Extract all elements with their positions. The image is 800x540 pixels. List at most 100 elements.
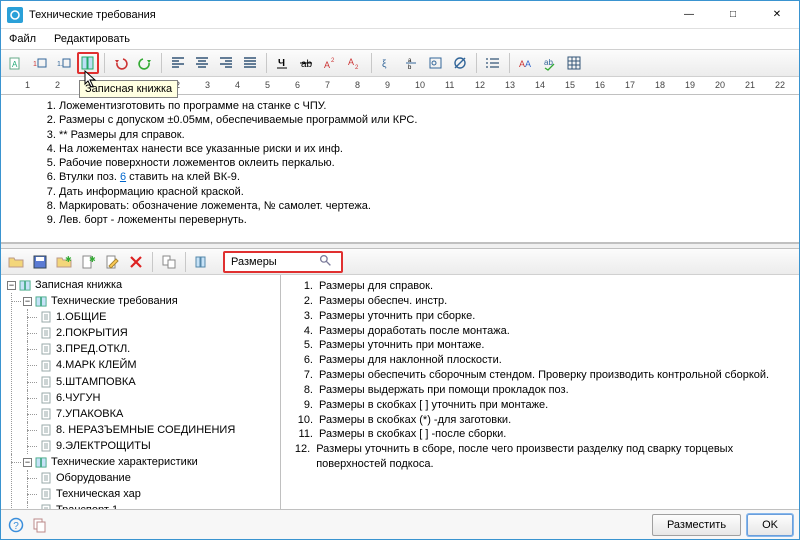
autonumber2-button[interactable]: 1. xyxy=(53,52,75,74)
tree-item[interactable]: 2.ПОКРЫТИЯ xyxy=(39,325,276,341)
subscript-button[interactable]: A2 xyxy=(344,52,366,74)
ruler-tick: 14 xyxy=(535,80,545,90)
requirement-item: Ложементизготовить по программе на станк… xyxy=(59,99,791,113)
result-row[interactable]: 5.Размеры уточнить при монтаже. xyxy=(289,338,791,353)
font-button[interactable]: AA xyxy=(515,52,537,74)
edit-item-button[interactable] xyxy=(101,251,123,273)
results-pane[interactable]: 1.Размеры для справок.2.Размеры обеспеч.… xyxy=(281,275,799,509)
result-row[interactable]: 3.Размеры уточнить при сборке. xyxy=(289,309,791,324)
window-title: Технические требования xyxy=(29,9,667,21)
tree-item[interactable]: Техническая хар xyxy=(39,486,276,502)
ruler-tick: 15 xyxy=(565,80,575,90)
tolerance-button[interactable] xyxy=(425,52,447,74)
undo-button[interactable] xyxy=(110,52,132,74)
svg-text:A: A xyxy=(525,59,531,69)
search-input[interactable] xyxy=(229,255,319,269)
result-row[interactable]: 1.Размеры для справок. xyxy=(289,279,791,294)
align-center-button[interactable] xyxy=(191,52,213,74)
menu-file[interactable]: Файл xyxy=(5,31,40,47)
tree-item[interactable]: 9.ЭЛЕКТРОЩИТЫ xyxy=(39,438,276,454)
delete-button[interactable] xyxy=(125,251,147,273)
close-button[interactable]: ✕ xyxy=(755,1,799,28)
ruler-tick: 8 xyxy=(355,80,360,90)
symbol-button[interactable]: ξ xyxy=(377,52,399,74)
result-row[interactable]: 8.Размеры выдержать при помощи прокладок… xyxy=(289,383,791,398)
new-folder-button[interactable]: ✱ xyxy=(53,251,75,273)
result-row[interactable]: 10.Размеры в скобках (*) -для заготовки. xyxy=(289,413,791,428)
tree-item[interactable]: Транспорт 1 xyxy=(39,502,276,509)
place-button[interactable]: Разместить xyxy=(652,514,741,536)
ok-button[interactable]: OK xyxy=(747,514,793,536)
tree-folder[interactable]: −Технические характеристикиОборудованиеТ… xyxy=(23,454,276,509)
book-icon xyxy=(34,456,48,468)
tree-root[interactable]: −Записная книжка−Технические требования1… xyxy=(7,277,276,509)
tree-item[interactable]: 8. НЕРАЗЪЕМНЫЕ СОЕДИНЕНИЯ xyxy=(39,422,276,438)
svg-text:ξ: ξ xyxy=(382,59,387,70)
minimize-button[interactable]: ― xyxy=(667,1,711,28)
list-button[interactable] xyxy=(482,52,504,74)
autonumber-button[interactable]: 1 xyxy=(29,52,51,74)
ruler-tick: 4 xyxy=(235,80,240,90)
requirement-item: Размеры с допуском ±0.05мм, обеспечиваем… xyxy=(59,113,791,127)
help-icon[interactable]: ? xyxy=(7,516,25,534)
spellcheck-button[interactable]: ab xyxy=(539,52,561,74)
result-row[interactable]: 6.Размеры для наклонной плоскости. xyxy=(289,353,791,368)
maximize-button[interactable]: □ xyxy=(711,1,755,28)
result-row[interactable]: 4.Размеры доработать после монтажа. xyxy=(289,324,791,339)
result-row[interactable]: 7.Размеры обеспечить сборочным стендом. … xyxy=(289,368,791,383)
insert-button[interactable]: A xyxy=(5,52,27,74)
position-link[interactable]: 6 xyxy=(120,171,126,183)
requirement-item: ** Размеры для справок. xyxy=(59,128,791,142)
svg-text:1: 1 xyxy=(33,61,37,68)
menu-edit[interactable]: Редактировать xyxy=(50,31,134,47)
svg-text:✱: ✱ xyxy=(65,255,72,264)
ruler-tick: 10 xyxy=(415,80,425,90)
align-right-button[interactable] xyxy=(215,52,237,74)
requirement-item: Втулки поз. 6 ставить на клей ВК-9. xyxy=(59,170,791,184)
book-icon xyxy=(34,295,48,307)
result-row[interactable]: 11.Размеры в скобках [ ] -после сборки. xyxy=(289,427,791,442)
redo-button[interactable] xyxy=(134,52,156,74)
svg-text:ab: ab xyxy=(301,59,313,70)
tree-item[interactable]: Оборудование xyxy=(39,470,276,486)
svg-text:2: 2 xyxy=(331,58,335,64)
align-left-button[interactable] xyxy=(167,52,189,74)
page-icon xyxy=(39,327,53,339)
open-button[interactable] xyxy=(5,251,27,273)
tree-item[interactable]: 5.ШТАМПОВКА xyxy=(39,374,276,390)
library-button[interactable] xyxy=(191,251,213,273)
statusbar: ? Разместить OK xyxy=(1,509,799,539)
notebook-button[interactable] xyxy=(77,52,99,74)
tree-item[interactable]: 3.ПРЕД.ОТКЛ. xyxy=(39,341,276,357)
ruler-tick: 17 xyxy=(625,80,635,90)
tree-item[interactable]: 1.ОБЩИЕ xyxy=(39,309,276,325)
copy-page-icon[interactable] xyxy=(31,516,49,534)
result-row[interactable]: 9.Размеры в скобках [ ] уточнить при мон… xyxy=(289,398,791,413)
save-button[interactable] xyxy=(29,251,51,273)
page-icon xyxy=(39,424,53,436)
align-justify-button[interactable] xyxy=(239,52,261,74)
strike-button[interactable]: ab xyxy=(296,52,318,74)
tree-item[interactable]: 4.МАРК КЛЕЙМ xyxy=(39,357,276,373)
underline-button[interactable]: Ч xyxy=(272,52,294,74)
page-icon xyxy=(39,343,53,355)
table-button[interactable] xyxy=(563,52,585,74)
page-icon xyxy=(39,504,53,509)
tree-item[interactable]: 6.ЧУГУН xyxy=(39,390,276,406)
fraction-button[interactable]: ab xyxy=(401,52,423,74)
tree-pane[interactable]: −Записная книжка−Технические требования1… xyxy=(1,275,281,509)
new-item-button[interactable]: ✱ xyxy=(77,251,99,273)
result-row[interactable]: 2.Размеры обеспеч. инстр. xyxy=(289,294,791,309)
insert-into-text-button[interactable] xyxy=(158,251,180,273)
search-box[interactable] xyxy=(223,251,343,273)
result-row[interactable]: 12.Размеры уточнить в сборе, после чего … xyxy=(289,442,791,472)
ruler-tick: 1 xyxy=(25,80,30,90)
requirement-item: Рабочие поверхности ложементов оклеить п… xyxy=(59,156,791,170)
page-icon xyxy=(39,376,53,388)
tree-folder[interactable]: −Технические требования1.ОБЩИЕ2.ПОКРЫТИЯ… xyxy=(23,293,276,454)
requirements-editor[interactable]: Ложементизготовить по программе на станк… xyxy=(1,95,799,243)
search-icon[interactable] xyxy=(319,254,332,270)
diameter-button[interactable] xyxy=(449,52,471,74)
tree-item[interactable]: 7.УПАКОВКА xyxy=(39,406,276,422)
superscript-button[interactable]: A2 xyxy=(320,52,342,74)
